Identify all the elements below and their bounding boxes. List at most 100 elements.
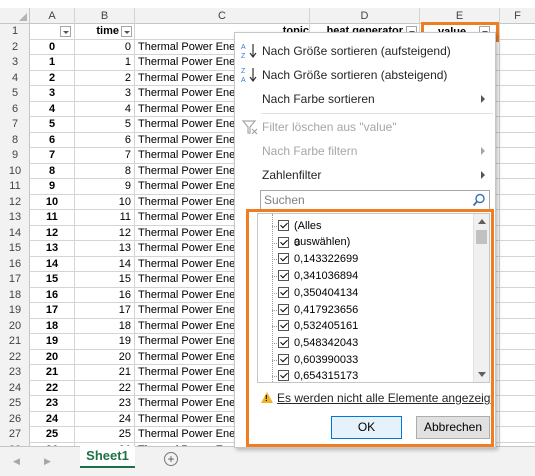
cell-time[interactable]: 20	[75, 349, 135, 365]
sort-by-color-item[interactable]: Nach Farbe sortieren	[235, 87, 495, 111]
row-header[interactable]: 22	[0, 350, 30, 366]
checkbox[interactable]	[278, 270, 289, 282]
cell-a[interactable]: 20	[30, 349, 75, 365]
checkbox[interactable]	[278, 253, 289, 265]
checkbox[interactable]	[278, 320, 289, 332]
cell-time[interactable]: 16	[75, 287, 135, 303]
row-header[interactable]: 15	[0, 241, 30, 257]
cell-f[interactable]	[500, 148, 535, 164]
cell-time[interactable]: 6	[75, 132, 135, 148]
cell-f[interactable]	[500, 241, 535, 257]
column-header-c[interactable]: C	[135, 8, 310, 24]
cell-f[interactable]	[500, 365, 535, 381]
cell-time[interactable]: 17	[75, 303, 135, 319]
checkbox[interactable]	[278, 370, 289, 382]
cell-f[interactable]	[500, 381, 535, 396]
cell-a[interactable]: 19	[30, 334, 75, 350]
row-header[interactable]: 5	[0, 86, 30, 102]
cell-time[interactable]: 19	[75, 334, 135, 350]
search-input[interactable]: Suchen	[260, 190, 490, 210]
number-filter-item[interactable]: Zahlenfilter	[235, 163, 495, 187]
cell-f[interactable]	[500, 288, 535, 303]
sort-ascending-item[interactable]: AZ Nach Größe sortieren (aufsteigend)	[235, 39, 495, 63]
scroll-up-icon[interactable]	[478, 219, 486, 224]
row-header[interactable]: 25	[0, 396, 30, 412]
row-header[interactable]: 11	[0, 179, 30, 195]
cell-a[interactable]: 16	[30, 287, 75, 303]
row-header[interactable]: 14	[0, 226, 30, 242]
checkbox[interactable]	[278, 286, 289, 298]
header-cell-f[interactable]	[500, 24, 535, 40]
cell-time[interactable]: 13	[75, 241, 135, 257]
cell-time[interactable]: 4	[75, 101, 135, 117]
row-header[interactable]: 3	[0, 55, 30, 71]
row-header[interactable]: 26	[0, 412, 30, 428]
row-header[interactable]: 24	[0, 381, 30, 397]
cell-time[interactable]: 14	[75, 256, 135, 272]
column-header-f[interactable]: F	[500, 8, 535, 24]
cell-a[interactable]: 0	[30, 39, 75, 55]
cell-time[interactable]: 3	[75, 86, 135, 102]
cell-time[interactable]: 7	[75, 148, 135, 164]
checkbox[interactable]	[278, 220, 289, 231]
cell-time[interactable]: 12	[75, 225, 135, 241]
scroll-down-icon[interactable]	[478, 372, 486, 377]
row-header[interactable]: 23	[0, 365, 30, 381]
row-header-1[interactable]: 1	[0, 24, 30, 40]
cell-f[interactable]	[500, 71, 535, 86]
cell-a[interactable]: 1	[30, 55, 75, 71]
cell-a[interactable]: 2	[30, 70, 75, 86]
ok-button[interactable]: OK	[331, 416, 402, 439]
cell-time[interactable]: 18	[75, 318, 135, 334]
sheet-tab[interactable]: Sheet1	[80, 446, 135, 468]
cell-f[interactable]	[500, 133, 535, 148]
checkbox[interactable]	[278, 336, 289, 348]
row-header[interactable]: 13	[0, 210, 30, 226]
row-header[interactable]: 16	[0, 257, 30, 273]
cell-time[interactable]: 25	[75, 427, 135, 443]
column-header-a[interactable]: A	[30, 8, 75, 24]
cell-time[interactable]: 24	[75, 411, 135, 427]
cell-time[interactable]: 9	[75, 179, 135, 195]
cell-a[interactable]: 17	[30, 303, 75, 319]
cell-f[interactable]	[500, 210, 535, 226]
cell-f[interactable]	[500, 86, 535, 102]
cancel-button[interactable]: Abbrechen	[416, 416, 490, 439]
row-header[interactable]: 27	[0, 427, 30, 443]
cell-a[interactable]: 7	[30, 148, 75, 164]
cell-time[interactable]: 5	[75, 117, 135, 133]
cell-time[interactable]: 11	[75, 210, 135, 226]
prev-sheet-icon[interactable]: ◀	[13, 456, 20, 467]
cell-f[interactable]	[500, 319, 535, 334]
cell-a[interactable]: 23	[30, 396, 75, 412]
cell-time[interactable]: 10	[75, 194, 135, 210]
row-header[interactable]: 6	[0, 102, 30, 118]
cell-time[interactable]: 8	[75, 163, 135, 179]
column-header-b[interactable]: B	[75, 8, 135, 24]
cell-time[interactable]: 21	[75, 365, 135, 381]
checklist-scrollbar[interactable]	[473, 214, 489, 382]
cell-a[interactable]: 13	[30, 241, 75, 257]
select-all-corner[interactable]	[0, 8, 30, 24]
cell-f[interactable]	[500, 396, 535, 412]
filter-button-a[interactable]	[60, 26, 71, 37]
row-header[interactable]: 21	[0, 334, 30, 350]
checkbox[interactable]	[278, 353, 289, 365]
cell-time[interactable]: 2	[75, 70, 135, 86]
cell-a[interactable]: 14	[30, 256, 75, 272]
cell-a[interactable]: 18	[30, 318, 75, 334]
add-sheet-icon[interactable]: +	[164, 452, 178, 466]
cell-f[interactable]	[500, 164, 535, 179]
row-header[interactable]: 9	[0, 148, 30, 164]
cell-a[interactable]: 21	[30, 365, 75, 381]
cell-f[interactable]	[500, 350, 535, 365]
header-cell-time[interactable]: time	[75, 24, 135, 40]
cell-f[interactable]	[500, 427, 535, 443]
cell-f[interactable]	[500, 117, 535, 133]
row-header[interactable]: 19	[0, 303, 30, 319]
checkbox[interactable]	[278, 236, 289, 248]
cell-a[interactable]: 9	[30, 179, 75, 195]
row-header[interactable]: 20	[0, 319, 30, 335]
next-sheet-icon[interactable]: ▶	[44, 456, 51, 467]
cell-time[interactable]: 0	[75, 39, 135, 55]
